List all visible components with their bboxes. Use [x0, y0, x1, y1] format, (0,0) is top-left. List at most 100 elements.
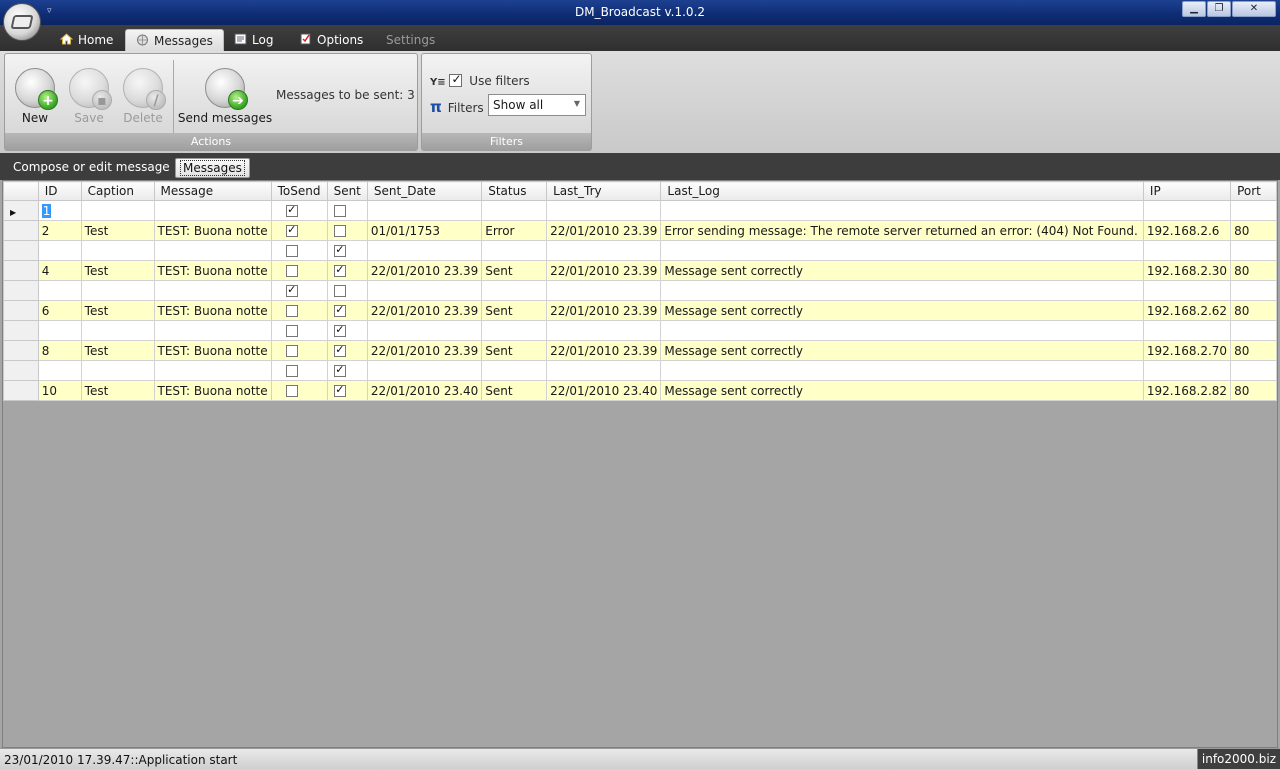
row-header[interactable]: [3, 380, 39, 401]
sent-date-cell[interactable]: 22/01/2010 23.39: [366, 260, 483, 281]
column-header[interactable]: Sent: [326, 181, 368, 201]
sent-checkbox[interactable]: [334, 323, 347, 337]
message-cell[interactable]: [153, 280, 272, 301]
id-cell[interactable]: [37, 360, 82, 381]
table-row[interactable]: [3, 360, 1277, 381]
ip-cell[interactable]: 192.168.2.82: [1142, 380, 1232, 401]
sent-cell[interactable]: [326, 340, 368, 361]
tab-messages[interactable]: Messages: [125, 29, 224, 51]
sent-cell[interactable]: [326, 240, 368, 261]
tosend-cell[interactable]: [270, 240, 328, 261]
column-header[interactable]: Status: [481, 181, 548, 201]
tosend-cell[interactable]: [270, 320, 328, 341]
row-header[interactable]: [3, 220, 39, 241]
table-row[interactable]: 4 Test TEST: Buona notte 22/01/2010 23.39 Se…: [3, 260, 1277, 281]
tosend-cell[interactable]: [270, 260, 328, 281]
caption-cell[interactable]: [80, 320, 155, 341]
sent-cell[interactable]: [326, 200, 368, 221]
sent-date-cell[interactable]: [366, 200, 483, 221]
message-cell[interactable]: TEST: Buona notte: [153, 380, 272, 401]
last-log-cell[interactable]: [660, 200, 1144, 221]
row-header[interactable]: [3, 320, 39, 341]
tab-home[interactable]: Home: [50, 29, 123, 51]
tosend-checkbox[interactable]: [286, 344, 299, 357]
sent-cell[interactable]: [326, 320, 368, 341]
new-button[interactable]: + New: [7, 64, 63, 125]
port-cell[interactable]: 80: [1230, 300, 1277, 321]
port-cell[interactable]: [1230, 320, 1277, 341]
id-cell[interactable]: 10: [37, 380, 82, 401]
last-try-cell[interactable]: [546, 320, 662, 341]
id-cell[interactable]: 8: [37, 340, 82, 361]
row-header[interactable]: [3, 300, 39, 321]
status-cell[interactable]: [481, 280, 548, 301]
table-row[interactable]: 8 Test TEST: Buona notte 22/01/2010 23.39 Se…: [3, 340, 1277, 361]
message-cell[interactable]: [153, 200, 272, 221]
status-cell[interactable]: [481, 200, 548, 221]
column-header[interactable]: Port: [1230, 181, 1277, 201]
column-header[interactable]: Message: [153, 181, 272, 201]
id-cell[interactable]: 4: [37, 260, 82, 281]
sent-cell[interactable]: [326, 380, 368, 401]
tab-options[interactable]: Options: [289, 29, 373, 51]
caption-cell[interactable]: Test: [80, 340, 155, 361]
status-cell[interactable]: [481, 240, 548, 261]
filters-select[interactable]: Show all ▼: [488, 94, 586, 116]
sent-checkbox[interactable]: [334, 224, 347, 237]
messages-grid[interactable]: ID Caption Message ToSend Sent Sent_Date…: [2, 180, 1278, 748]
last-try-cell[interactable]: [546, 200, 662, 221]
table-row[interactable]: [3, 240, 1277, 261]
column-header[interactable]: Last_Try: [546, 181, 662, 201]
caption-cell[interactable]: Test: [80, 220, 155, 241]
column-header[interactable]: Caption: [80, 181, 155, 201]
tosend-checkbox[interactable]: [286, 364, 299, 377]
tosend-cell[interactable]: [270, 200, 328, 221]
sent-checkbox[interactable]: [334, 243, 347, 257]
last-log-cell[interactable]: [660, 360, 1144, 381]
caption-cell[interactable]: [80, 280, 155, 301]
port-cell[interactable]: [1230, 360, 1277, 381]
last-log-cell[interactable]: [660, 320, 1144, 341]
ip-cell[interactable]: 192.168.2.62: [1142, 300, 1232, 321]
message-cell[interactable]: [153, 320, 272, 341]
tosend-checkbox[interactable]: [286, 384, 299, 397]
tosend-cell[interactable]: [270, 220, 328, 241]
table-row[interactable]: 2 Test TEST: Buona notte 01/01/1753 Error 22/…: [3, 220, 1277, 241]
last-log-cell[interactable]: Message sent correctly: [660, 380, 1144, 401]
last-try-cell[interactable]: [546, 360, 662, 381]
tosend-checkbox[interactable]: [286, 223, 299, 237]
tosend-cell[interactable]: [270, 280, 328, 301]
table-row[interactable]: [3, 280, 1277, 301]
ip-cell[interactable]: [1142, 200, 1232, 221]
ip-cell[interactable]: 192.168.2.70: [1142, 340, 1232, 361]
caption-cell[interactable]: Test: [80, 260, 155, 281]
ip-cell[interactable]: [1142, 280, 1232, 301]
status-cell[interactable]: [481, 320, 548, 341]
last-log-cell[interactable]: Message sent correctly: [660, 340, 1144, 361]
last-log-cell[interactable]: [660, 280, 1144, 301]
column-header[interactable]: ToSend: [270, 181, 328, 201]
tosend-checkbox[interactable]: [286, 203, 299, 217]
last-log-cell[interactable]: Message sent correctly: [660, 260, 1144, 281]
caption-cell[interactable]: [80, 200, 155, 221]
status-cell[interactable]: Sent: [481, 380, 548, 401]
app-menu-orb[interactable]: [3, 3, 41, 41]
sent-cell[interactable]: [326, 220, 368, 241]
last-try-cell[interactable]: [546, 240, 662, 261]
sent-date-cell[interactable]: 22/01/2010 23.39: [366, 300, 483, 321]
ip-cell[interactable]: [1142, 240, 1232, 261]
row-header[interactable]: [3, 340, 39, 361]
caption-cell[interactable]: [80, 360, 155, 381]
last-log-cell[interactable]: Error sending message: The remote server…: [660, 220, 1144, 241]
id-cell[interactable]: 6: [37, 300, 82, 321]
last-try-cell[interactable]: 22/01/2010 23.39: [546, 340, 662, 361]
tosend-checkbox[interactable]: [286, 304, 299, 317]
port-cell[interactable]: 80: [1230, 260, 1277, 281]
table-row[interactable]: [3, 320, 1277, 341]
send-messages-button[interactable]: ➔ Send messages: [177, 64, 273, 125]
tab-messages-list[interactable]: Messages: [175, 158, 250, 178]
ip-cell[interactable]: [1142, 320, 1232, 341]
minimize-button[interactable]: ▁: [1182, 1, 1206, 17]
sent-date-cell[interactable]: [366, 280, 483, 301]
message-cell[interactable]: TEST: Buona notte: [153, 340, 272, 361]
